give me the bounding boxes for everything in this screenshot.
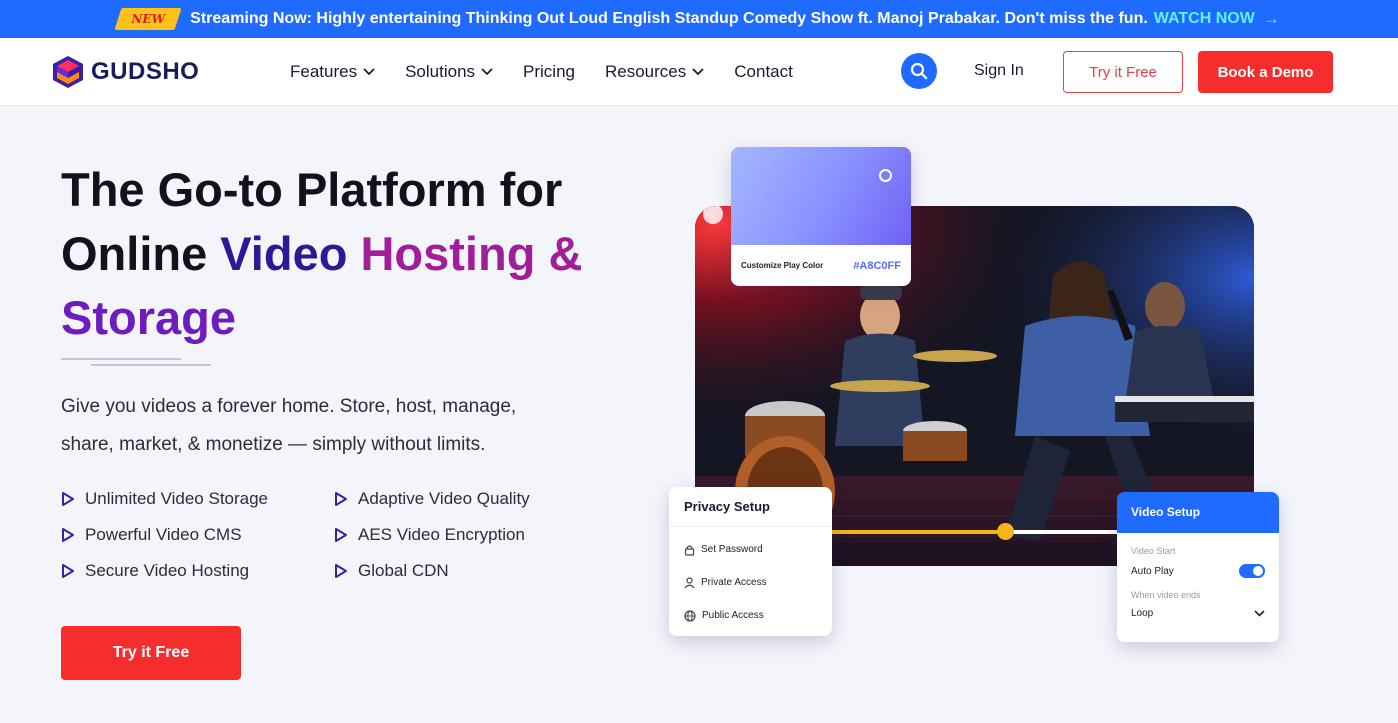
- nav-item-resources[interactable]: Resources: [605, 62, 704, 82]
- feature-item: Unlimited Video Storage: [61, 488, 334, 510]
- privacy-option-password[interactable]: Set Password: [669, 533, 832, 566]
- try-free-button[interactable]: Try it Free: [1063, 51, 1183, 93]
- chevron-down-icon: [481, 68, 493, 76]
- hero-try-free-button[interactable]: Try it Free: [61, 626, 241, 680]
- brand-logo[interactable]: GUDSHO: [52, 55, 199, 89]
- announcement-message: Streaming Now: Highly entertaining Think…: [190, 10, 1148, 27]
- search-icon: [910, 62, 928, 80]
- nav-item-solutions[interactable]: Solutions: [405, 62, 493, 82]
- sign-in-link[interactable]: Sign In: [974, 62, 1024, 80]
- hero-description: Give you videos a forever home. Store, h…: [61, 396, 517, 455]
- site-header: GUDSHO Features Solutions Pricing Resour…: [0, 38, 1398, 106]
- video-end-value: Loop: [1131, 608, 1154, 619]
- privacy-setup-card: Privacy Setup Set Password Private Acces…: [669, 487, 832, 636]
- feature-item: Global CDN: [334, 560, 621, 582]
- globe-icon: [684, 609, 696, 622]
- video-end-label: When video ends: [1131, 590, 1201, 600]
- title-divider: [61, 358, 181, 360]
- chevron-down-icon: [692, 68, 704, 76]
- autoplay-row: Auto Play: [1117, 564, 1279, 578]
- feature-list: Unlimited Video Storage Adaptive Video Q…: [61, 488, 621, 582]
- customize-play-color-card: Customize Play Color #A8C0FF: [731, 147, 911, 286]
- lock-icon: [684, 544, 695, 556]
- feature-item: Powerful Video CMS: [61, 524, 334, 546]
- announcement-bar[interactable]: NEW Streaming Now: Highly entertaining T…: [0, 0, 1398, 38]
- user-icon: [684, 576, 695, 588]
- search-button[interactable]: [901, 53, 937, 89]
- seek-bar-progress: [831, 530, 1006, 534]
- chevron-down-icon: [1254, 610, 1265, 617]
- privacy-option-private[interactable]: Private Access: [669, 566, 832, 599]
- play-outline-icon: [335, 492, 347, 506]
- main-nav: Features Solutions Pricing Resources Con…: [290, 38, 823, 106]
- hero-title: The Go-to Platform for Online Video Host…: [61, 163, 583, 344]
- chevron-down-icon: [363, 68, 375, 76]
- video-start-label: Video Start: [1131, 546, 1176, 556]
- color-swatch[interactable]: [731, 147, 911, 245]
- feature-item: Secure Video Hosting: [61, 560, 334, 582]
- book-demo-button[interactable]: Book a Demo: [1198, 51, 1333, 93]
- watch-now-link[interactable]: WATCH NOW: [1154, 10, 1255, 28]
- new-badge: NEW: [114, 8, 182, 30]
- video-setup-card: Video Setup Video Start Auto Play When v…: [1117, 492, 1279, 642]
- feature-item: Adaptive Video Quality: [334, 488, 621, 510]
- privacy-option-public[interactable]: Public Access: [669, 599, 832, 632]
- seek-bar-handle[interactable]: [996, 523, 1014, 540]
- play-outline-icon: [335, 528, 347, 542]
- play-outline-icon: [62, 528, 74, 542]
- play-color-label: Customize Play Color: [741, 261, 824, 270]
- feature-item: AES Video Encryption: [334, 524, 621, 546]
- privacy-setup-title: Privacy Setup: [669, 487, 832, 527]
- nav-item-pricing[interactable]: Pricing: [523, 62, 575, 82]
- play-outline-icon: [62, 492, 74, 506]
- video-end-select[interactable]: Loop: [1117, 608, 1279, 619]
- color-picker-handle[interactable]: [879, 169, 892, 182]
- play-outline-icon: [62, 564, 74, 578]
- nav-item-contact[interactable]: Contact: [734, 62, 793, 82]
- autoplay-label: Auto Play: [1131, 565, 1174, 577]
- brand-name: GUDSHO: [91, 58, 200, 85]
- video-setup-title: Video Setup: [1117, 492, 1279, 533]
- autoplay-toggle[interactable]: [1239, 564, 1265, 578]
- play-color-hex: #A8C0FF: [853, 259, 901, 272]
- gudsho-logo-icon: [53, 56, 83, 88]
- play-outline-icon: [335, 564, 347, 578]
- arrow-right-icon: →: [1262, 9, 1280, 28]
- title-divider: [91, 364, 211, 366]
- nav-item-features[interactable]: Features: [290, 62, 375, 82]
